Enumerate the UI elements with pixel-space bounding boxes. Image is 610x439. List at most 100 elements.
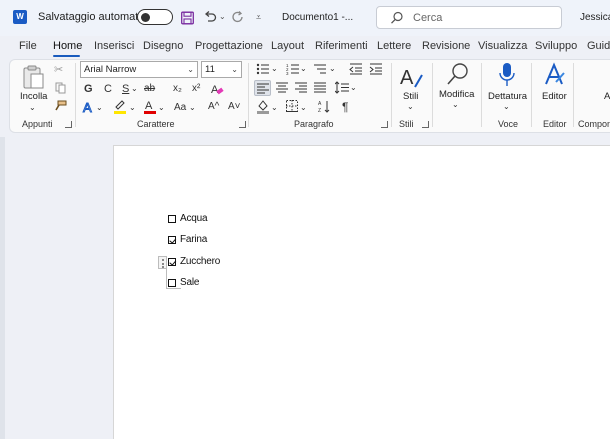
font-size-combo[interactable]: 11 ⌄ <box>201 61 242 78</box>
borders-dropdown-icon[interactable]: ⌄ <box>300 101 307 115</box>
sort-icon[interactable]: A Z <box>318 100 330 113</box>
ribbon-divider <box>531 63 532 127</box>
justify-icon[interactable] <box>314 82 326 93</box>
borders-icon[interactable] <box>286 100 298 112</box>
tab-file[interactable]: File <box>19 40 37 52</box>
bullets-dropdown-icon[interactable]: ⌄ <box>271 62 278 76</box>
format-painter-icon[interactable] <box>54 100 67 112</box>
editing-dropdown-icon[interactable]: ⌄ <box>452 98 459 112</box>
tab-lettere[interactable]: Lettere <box>377 40 411 52</box>
superscript-button[interactable]: x² <box>192 82 200 96</box>
dictate-dropdown-icon[interactable]: ⌄ <box>503 100 510 114</box>
customize-toolbar-icon[interactable]: ⩡ <box>256 9 261 25</box>
font-name-combo[interactable]: Arial Narrow ⌄ <box>80 61 198 78</box>
tab-progettazione[interactable]: Progettazione <box>195 40 263 52</box>
autosave-toggle[interactable] <box>137 9 173 25</box>
undo-dropdown-icon[interactable]: ⌄ <box>219 9 226 25</box>
checkbox[interactable] <box>168 236 176 244</box>
search-box[interactable]: Cerca <box>376 6 562 29</box>
styles-icon[interactable]: A <box>398 63 424 89</box>
clipboard-launcher-icon[interactable] <box>65 121 72 128</box>
document-page[interactable] <box>113 145 610 439</box>
user-name[interactable]: Jessica I <box>580 12 610 23</box>
multilevel-list-dropdown-icon[interactable]: ⌄ <box>329 62 336 76</box>
change-case-dropdown-icon[interactable]: ⌄ <box>189 101 196 115</box>
editor-label[interactable]: Editor <box>542 91 567 102</box>
svg-text:A: A <box>145 100 153 112</box>
font-name-dropdown-icon[interactable]: ⌄ <box>187 62 194 77</box>
copy-icon[interactable] <box>55 82 66 94</box>
underline-button[interactable]: S <box>122 82 129 96</box>
checkbox[interactable] <box>168 215 176 223</box>
align-left-icon <box>257 83 269 94</box>
bullets-icon[interactable] <box>256 63 270 75</box>
font-group-label: Carattere <box>137 119 175 129</box>
tab-home[interactable]: Home <box>53 40 82 52</box>
addins-icon[interactable]: A <box>604 91 610 102</box>
bold-button[interactable]: G <box>84 82 93 96</box>
grow-font-button[interactable]: A^ <box>208 100 219 114</box>
tab-revisione[interactable]: Revisione <box>422 40 470 52</box>
multilevel-list-icon[interactable] <box>313 63 327 75</box>
text-effects-icon[interactable]: A <box>82 100 96 114</box>
line-spacing-icon[interactable] <box>335 81 349 94</box>
tab-layout[interactable]: Layout <box>271 40 304 52</box>
strikethrough-button[interactable]: ab <box>144 82 155 96</box>
editor-icon[interactable] <box>542 62 566 88</box>
svg-text:A: A <box>318 101 322 107</box>
align-right-icon[interactable] <box>295 82 307 93</box>
tab-inserisci[interactable]: Inserisci <box>94 40 134 52</box>
numbering-icon[interactable]: 1 2 3 <box>286 63 300 75</box>
content-control-handle[interactable] <box>158 256 167 269</box>
shading-icon[interactable] <box>256 99 270 114</box>
microphone-icon[interactable] <box>498 62 516 88</box>
checkbox[interactable] <box>168 279 176 287</box>
shading-dropdown-icon[interactable]: ⌄ <box>271 101 278 115</box>
tab-riferimenti[interactable]: Riferimenti <box>315 40 368 52</box>
italic-button[interactable]: C <box>104 82 112 96</box>
tab-guida[interactable]: Guida <box>587 40 610 52</box>
title-bar: W Salvataggio automatico ⌄ ⩡ Documento1 … <box>0 0 610 36</box>
align-center-icon[interactable] <box>276 82 288 93</box>
paste-dropdown-icon[interactable]: ⌄ <box>29 101 36 115</box>
styles-launcher-icon[interactable] <box>422 121 429 128</box>
tab-sviluppo[interactable]: Sviluppo <box>535 40 577 52</box>
text-effects-dropdown-icon[interactable]: ⌄ <box>96 101 103 115</box>
subscript-button[interactable]: x₂ <box>173 82 182 96</box>
underline-dropdown-icon[interactable]: ⌄ <box>131 82 138 96</box>
tab-visualizza[interactable]: Visualizza <box>478 40 527 52</box>
ribbon-divider <box>432 63 433 127</box>
numbering-dropdown-icon[interactable]: ⌄ <box>300 62 307 76</box>
document-title: Documento1 -... <box>282 12 354 23</box>
word-logo-icon: W <box>13 10 27 24</box>
styles-dropdown-icon[interactable]: ⌄ <box>407 100 414 114</box>
find-icon[interactable] <box>446 62 470 86</box>
paste-icon[interactable] <box>22 64 46 90</box>
font-size-dropdown-icon[interactable]: ⌄ <box>231 62 238 77</box>
font-color-dropdown-icon[interactable]: ⌄ <box>158 101 165 115</box>
font-launcher-icon[interactable] <box>239 121 246 128</box>
shrink-font-button[interactable]: A˅ <box>228 100 241 114</box>
show-formatting-marks-button[interactable]: ¶ <box>342 100 348 114</box>
paragraph-launcher-icon[interactable] <box>381 121 388 128</box>
highlight-icon[interactable] <box>113 98 127 114</box>
save-icon[interactable] <box>181 10 194 26</box>
highlight-dropdown-icon[interactable]: ⌄ <box>129 101 136 115</box>
checklist-item-label: Acqua <box>180 213 208 224</box>
increase-indent-icon[interactable] <box>369 63 383 75</box>
redo-icon[interactable] <box>231 9 245 25</box>
change-case-button[interactable]: Aa <box>174 101 186 115</box>
tab-disegno[interactable]: Disegno <box>143 40 183 52</box>
editor-group-label: Editor <box>543 119 567 129</box>
align-left-button[interactable] <box>254 80 271 96</box>
svg-text:Z: Z <box>318 108 321 113</box>
clear-formatting-icon[interactable]: A <box>210 82 224 96</box>
ribbon-divider <box>391 63 392 127</box>
undo-icon[interactable] <box>203 9 217 25</box>
font-color-icon[interactable]: A <box>143 98 157 114</box>
cut-icon[interactable]: ✂ <box>54 63 63 77</box>
line-spacing-dropdown-icon[interactable]: ⌄ <box>350 81 357 95</box>
checkbox[interactable] <box>168 258 176 266</box>
svg-text:A: A <box>83 100 92 114</box>
decrease-indent-icon[interactable] <box>349 63 363 75</box>
